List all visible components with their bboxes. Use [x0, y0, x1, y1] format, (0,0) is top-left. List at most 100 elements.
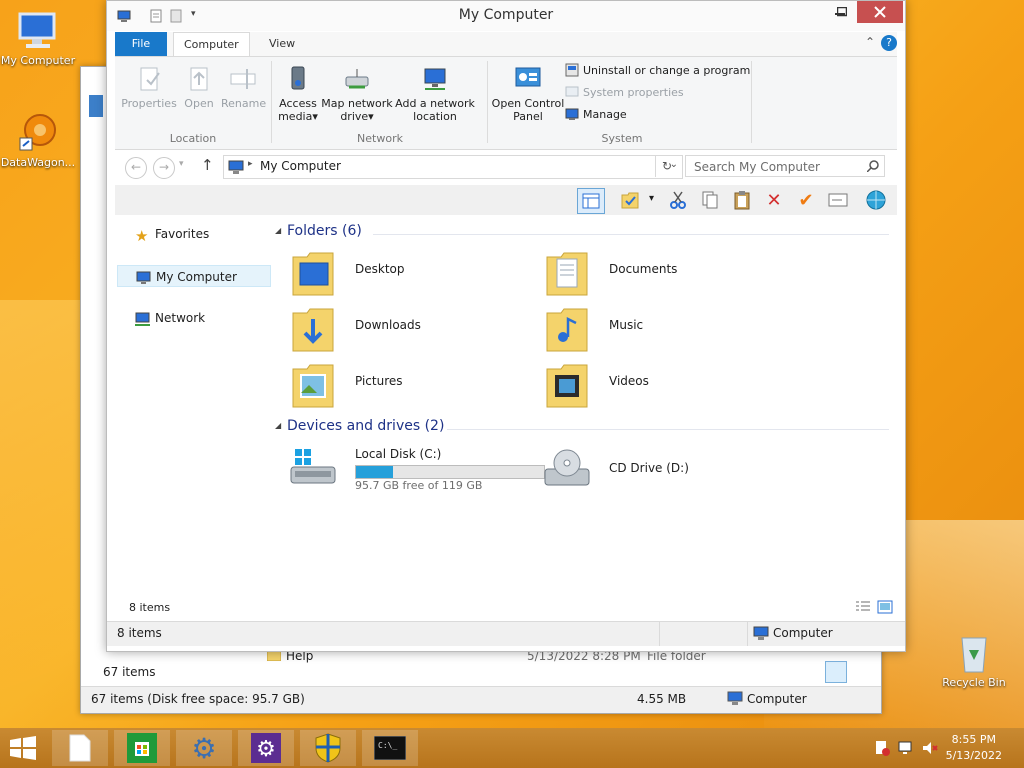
group-divider	[751, 61, 752, 143]
open-control-panel-button[interactable]: Open Control Panel	[491, 65, 565, 123]
taskbar-security-button[interactable]	[300, 730, 356, 766]
nav-item-my-computer[interactable]: My Computer	[117, 265, 271, 287]
collapse-arrow-icon[interactable]: ◢	[275, 226, 281, 235]
tab-view[interactable]: View	[259, 32, 305, 56]
drive-cd-d[interactable]: CD Drive (D:)	[539, 443, 799, 495]
dropdown-arrow-icon: ▾	[368, 110, 374, 123]
action-center-icon[interactable]	[874, 740, 890, 756]
desktop-icon-label: DataWagon...	[0, 156, 76, 169]
maximize-button[interactable]	[825, 1, 859, 23]
manage-icon	[565, 107, 579, 121]
taskbar-explorer-button[interactable]	[52, 730, 108, 766]
start-button[interactable]	[8, 736, 38, 760]
taskbar-cmd-button[interactable]: C:\_	[362, 730, 418, 766]
content-pane: ◢ Folders (6) Desktop Documents Download…	[275, 215, 897, 607]
taskbar-control-button[interactable]: ⚙	[238, 730, 294, 766]
folder-downloads[interactable]: Downloads	[285, 305, 525, 355]
media-server-icon	[284, 65, 312, 93]
collapse-arrow-icon[interactable]: ◢	[275, 421, 281, 430]
status-item-count: 8 items	[117, 626, 162, 640]
check-folder-icon[interactable]	[617, 188, 643, 212]
volume-muted-icon[interactable]	[922, 740, 938, 756]
access-media-label-2: media	[278, 110, 313, 123]
large-icons-view-icon[interactable]	[877, 600, 893, 617]
cut-icon[interactable]	[665, 188, 691, 212]
control-panel-label-1: Open Control	[491, 97, 565, 110]
desktop-icon-recycle-bin[interactable]: Recycle Bin	[936, 630, 1012, 689]
close-button[interactable]	[857, 1, 903, 23]
folder-music[interactable]: Music	[539, 305, 779, 355]
drive-label: CD Drive (D:)	[609, 461, 689, 475]
open-button[interactable]: Open	[179, 65, 219, 110]
network-location-icon	[421, 65, 449, 93]
navigation-pane: ★ Favorites My Computer Network	[115, 215, 275, 607]
desktop-icon-my-computer[interactable]: My Computer	[0, 8, 76, 67]
details-view-icon[interactable]	[855, 600, 871, 617]
preview-pane-button[interactable]	[577, 188, 605, 214]
manage-button[interactable]: Manage	[565, 107, 627, 121]
folder-pictures[interactable]: Pictures	[285, 361, 525, 411]
delete-icon[interactable]: ✕	[761, 188, 787, 212]
map-network-drive-button[interactable]: Map network drive▾	[321, 65, 393, 123]
tab-file[interactable]: File	[115, 32, 167, 56]
drive-label: Local Disk (C:)	[355, 447, 442, 461]
large-icons-view-button[interactable]	[849, 663, 867, 681]
nav-item-favorites[interactable]: ★ Favorites	[117, 223, 271, 245]
drives-section-header[interactable]: Devices and drives (2)	[287, 418, 444, 438]
window-fragment	[89, 95, 103, 117]
desktop-icon-datawagon[interactable]: DataWagon...	[0, 110, 76, 169]
status-divider	[747, 622, 748, 646]
command-prompt-icon: C:\_	[374, 736, 406, 760]
computer-icon	[16, 8, 60, 52]
my-computer-window[interactable]: ▾ My Computer File Computer View ⌃ ? Pro…	[106, 0, 906, 652]
checkmark-icon[interactable]: ✔	[793, 188, 819, 212]
folders-section-header[interactable]: Folders (6)	[287, 223, 362, 243]
copy-icon[interactable]	[697, 188, 723, 212]
drive-local-disk-c[interactable]: Local Disk (C:) 95.7 GB free of 119 GB	[285, 443, 545, 495]
search-input[interactable]: Search My Computer	[685, 155, 885, 177]
help-icon[interactable]: ?	[881, 35, 897, 51]
details-view-button[interactable]	[825, 661, 847, 683]
section-divider	[373, 234, 889, 235]
network-status-icon[interactable]	[898, 740, 914, 756]
nav-label: Network	[155, 311, 206, 325]
globe-icon[interactable]	[863, 188, 889, 212]
rename-toolbar-icon[interactable]	[825, 188, 851, 212]
inner-status-bar: 8 items	[115, 597, 897, 619]
uninstall-program-button[interactable]: Uninstall or change a program	[565, 63, 750, 77]
recent-locations-icon[interactable]: ▾	[179, 159, 184, 169]
music-folder-icon	[546, 308, 588, 352]
folder-desktop[interactable]: Desktop	[285, 249, 525, 299]
up-arrow-icon[interactable]: ↑	[201, 156, 214, 174]
folder-documents[interactable]: Documents	[539, 249, 779, 299]
add-network-location-button[interactable]: Add a network location	[395, 65, 475, 123]
back-button[interactable]: ←	[125, 157, 147, 179]
system-properties-button[interactable]: System properties	[565, 85, 684, 99]
properties-button[interactable]: Properties	[121, 65, 177, 110]
control-panel-icon	[514, 65, 542, 93]
folder-videos[interactable]: Videos	[539, 361, 779, 411]
breadcrumb[interactable]: My Computer	[260, 159, 341, 173]
taskbar: ⚙ ⚙ C:\_ 8:55 PM 5/13/2022	[0, 728, 1024, 768]
taskbar-store-button[interactable]	[114, 730, 170, 766]
address-bar[interactable]: ▸ My Computer ⌄	[223, 155, 683, 179]
hard-drive-icon	[290, 449, 336, 484]
system-properties-label: System properties	[583, 85, 684, 99]
clock[interactable]: 8:55 PM 5/13/2022	[946, 732, 1002, 764]
videos-folder-icon	[546, 364, 588, 408]
collapse-ribbon-icon[interactable]: ⌃	[865, 35, 875, 49]
title-bar[interactable]: ▾ My Computer	[107, 1, 905, 31]
dropdown-arrow-icon[interactable]: ▾	[649, 193, 654, 204]
breadcrumb-chevron-icon[interactable]: ▸	[248, 159, 253, 169]
paste-icon[interactable]	[729, 188, 755, 212]
taskbar-settings-button[interactable]: ⚙	[176, 730, 232, 766]
clock-date: 5/13/2022	[945, 749, 1002, 762]
forward-button[interactable]: →	[153, 157, 175, 179]
refresh-icon[interactable]: ↻	[655, 155, 678, 177]
nav-item-network[interactable]: Network	[117, 307, 271, 329]
search-icon[interactable]	[866, 160, 879, 175]
rename-button[interactable]: Rename	[221, 65, 266, 110]
tab-computer[interactable]: Computer	[173, 32, 250, 57]
properties-icon	[135, 65, 163, 93]
access-media-button[interactable]: Access media▾	[277, 65, 319, 123]
